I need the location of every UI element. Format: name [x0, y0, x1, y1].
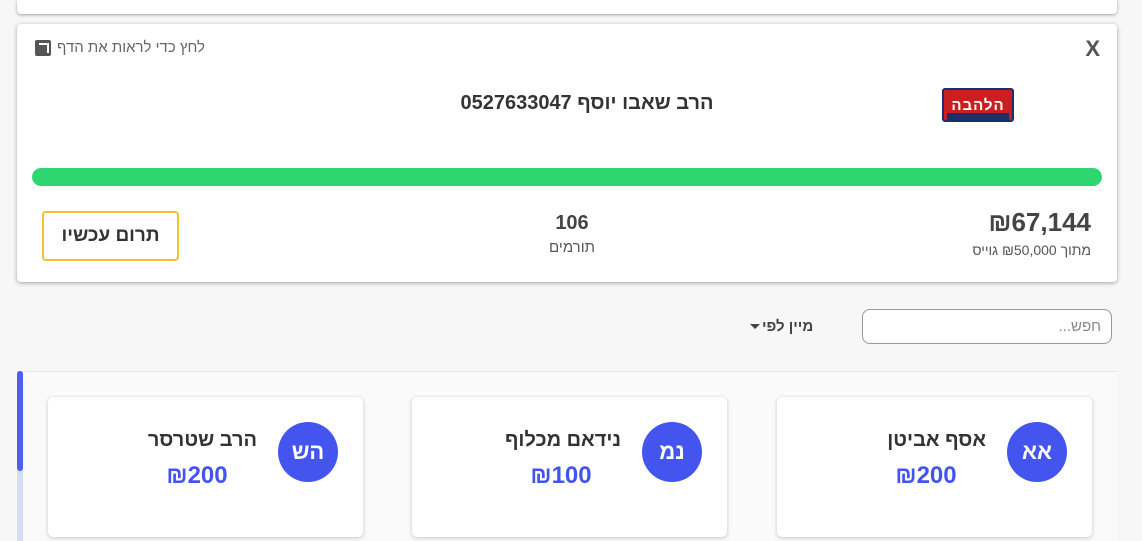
donor-avatar: אא [1007, 422, 1067, 482]
donors-label: תורמים [549, 239, 595, 256]
donor-name: אסף אביטן [887, 429, 986, 451]
sort-by-label: מיין לפי [762, 318, 814, 335]
progress-bar [32, 168, 1102, 186]
view-page-link[interactable]: לחץ כדי לראות את הדף [35, 39, 205, 56]
donor-card: נמ נידאם מכלוף ₪100 [412, 397, 727, 537]
search-input[interactable] [862, 309, 1112, 344]
view-page-link-label: לחץ כדי לראות את הדף [57, 39, 205, 56]
donor-amount: ₪100 [530, 462, 592, 489]
external-link-icon [35, 39, 51, 56]
donor-name: הרב שטרסר [147, 429, 257, 451]
close-button[interactable]: X [1085, 36, 1100, 62]
donate-now-button[interactable]: תרום עכשיו [42, 211, 179, 261]
sort-by-dropdown[interactable]: מיין לפי [750, 318, 813, 335]
raised-summary: ₪67,144 מתוך ₪50,000 גוייס [972, 207, 1091, 258]
donor-card: הש הרב שטרסר ₪200 [48, 397, 363, 537]
donor-card: אא אסף אביטן ₪200 [777, 397, 1092, 537]
donor-amount: ₪200 [166, 462, 228, 489]
previous-card-edge [17, 0, 1117, 14]
donor-amount: ₪200 [895, 462, 957, 489]
goal-text: מתוך ₪50,000 גוייס [972, 242, 1091, 258]
progress-fill [32, 168, 1102, 186]
campaign-card: X לחץ כדי לראות את הדף הלהבה הרב שאבו יו… [17, 24, 1117, 282]
donor-name: נידאם מכלוף [504, 429, 621, 451]
campaign-title: הרב שאבו יוסף 0527633047 [460, 92, 714, 114]
donor-avatar: נמ [642, 422, 702, 482]
donors-summary: 106 תורמים [522, 212, 622, 256]
donors-count: 106 [555, 212, 589, 234]
raised-amount: ₪67,144 [988, 207, 1091, 237]
caret-down-icon [750, 324, 760, 329]
scrollbar-thumb[interactable] [17, 371, 23, 471]
donor-avatar: הש [278, 422, 338, 482]
